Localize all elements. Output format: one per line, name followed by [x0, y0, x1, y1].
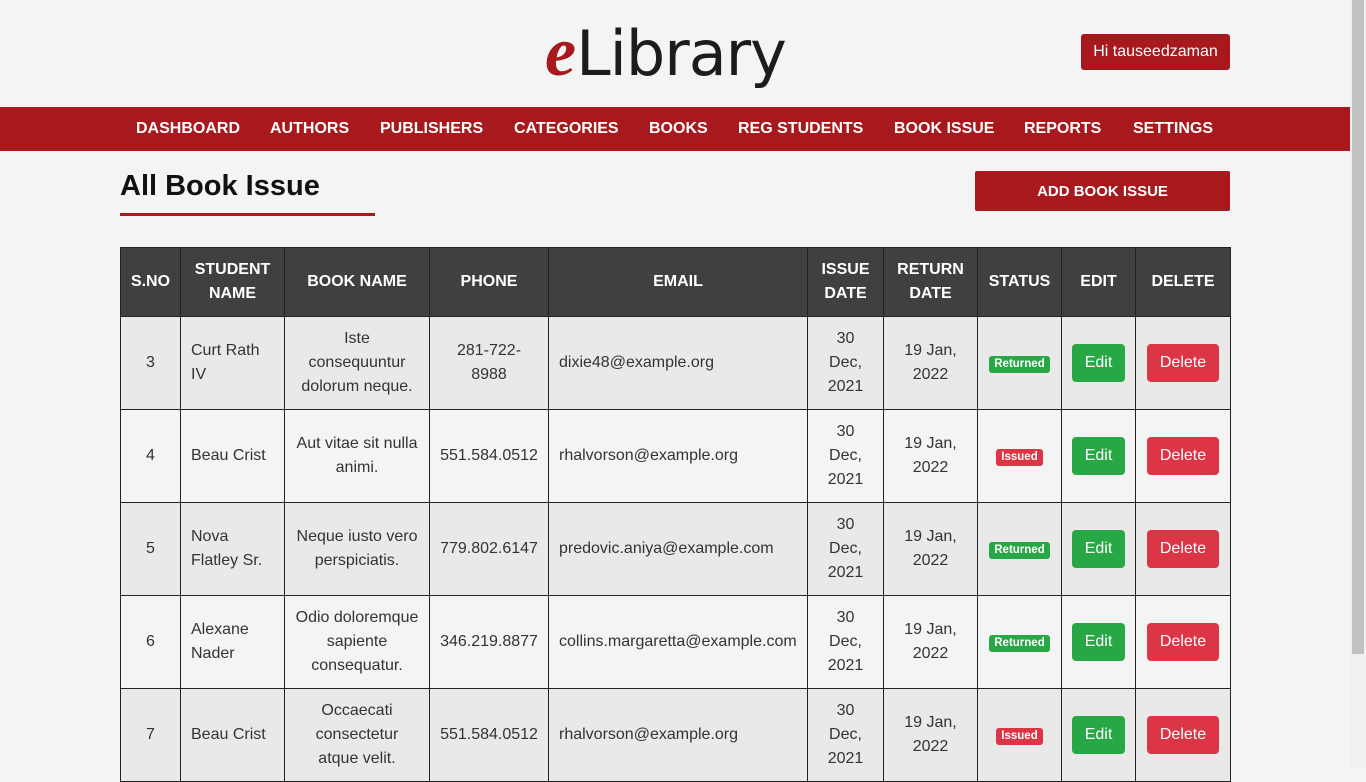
delete-button[interactable]: Delete — [1147, 530, 1219, 568]
cell-book-name: Iste consequuntur dolorum neque. — [284, 316, 430, 410]
cell-return-date: 19 Jan, 2022 — [883, 409, 978, 503]
nav-categories[interactable]: CATEGORIES — [514, 107, 619, 151]
cell-sno: 3 — [120, 316, 181, 410]
cell-delete: Delete — [1135, 409, 1231, 503]
page-title: All Book Issue — [120, 170, 320, 202]
nav-settings[interactable]: SETTINGS — [1133, 107, 1213, 151]
cell-issue-date: 30 Dec, 2021 — [807, 502, 884, 596]
cell-delete: Delete — [1135, 502, 1231, 596]
edit-button[interactable]: Edit — [1072, 344, 1125, 382]
cell-student-name: Beau Crist — [180, 409, 285, 503]
header-sno: S.NO — [120, 247, 181, 317]
header-delete: DELETE — [1135, 247, 1231, 317]
table-row: 5 Nova Flatley Sr. Neque iusto vero pers… — [120, 502, 1231, 596]
cell-email: dixie48@example.org — [548, 316, 808, 410]
cell-return-date: 19 Jan, 2022 — [883, 502, 978, 596]
table-header-row: S.NO STUDENT NAME BOOK NAME PHONE EMAIL … — [120, 247, 1231, 317]
header-book-name: BOOK NAME — [284, 247, 430, 317]
cell-edit: Edit — [1061, 502, 1136, 596]
cell-issue-date: 30 Dec, 2021 — [807, 316, 884, 410]
cell-status: Returned — [977, 316, 1062, 410]
header-return-date: RETURN DATE — [883, 247, 978, 317]
header-student-name: STUDENT NAME — [180, 247, 285, 317]
cell-student-name: Nova Flatley Sr. — [180, 502, 285, 596]
nav-authors[interactable]: AUTHORS — [270, 107, 349, 151]
header-status: STATUS — [977, 247, 1062, 317]
cell-delete: Delete — [1135, 316, 1231, 410]
nav-books[interactable]: BOOKS — [649, 107, 708, 151]
cell-sno: 4 — [120, 409, 181, 503]
elibrary-logo[interactable]: e Library — [545, 8, 787, 98]
cell-status: Returned — [977, 502, 1062, 596]
header-phone: PHONE — [429, 247, 549, 317]
delete-button[interactable]: Delete — [1147, 623, 1219, 661]
nav-dashboard[interactable]: DASHBOARD — [136, 107, 240, 151]
cell-book-name: Odio doloremque sapiente consequatur. — [284, 595, 430, 689]
status-badge: Returned — [989, 356, 1050, 373]
main-nav: DASHBOARD AUTHORS PUBLISHERS CATEGORIES … — [0, 107, 1350, 151]
edit-button[interactable]: Edit — [1072, 530, 1125, 568]
cell-student-name: Alexane Nader — [180, 595, 285, 689]
table-row: 3 Curt Rath IV Iste consequuntur dolorum… — [120, 316, 1231, 410]
delete-button[interactable]: Delete — [1147, 437, 1219, 475]
cell-email: predovic.aniya@example.com — [548, 502, 808, 596]
cell-sno: 5 — [120, 502, 181, 596]
scrollbar-thumb[interactable] — [1352, 0, 1364, 654]
cell-student-name: Curt Rath IV — [180, 316, 285, 410]
edit-button[interactable]: Edit — [1072, 623, 1125, 661]
status-badge: Returned — [989, 542, 1050, 559]
edit-button[interactable]: Edit — [1072, 437, 1125, 475]
edit-button[interactable]: Edit — [1072, 716, 1125, 754]
cell-edit: Edit — [1061, 409, 1136, 503]
delete-button[interactable]: Delete — [1147, 344, 1219, 382]
status-badge: Issued — [996, 728, 1043, 745]
cell-book-name: Aut vitae sit nulla animi. — [284, 409, 430, 503]
header-issue-date: ISSUE DATE — [807, 247, 884, 317]
cell-email: rhalvorson@example.org — [548, 409, 808, 503]
nav-reports[interactable]: REPORTS — [1024, 107, 1101, 151]
cell-edit: Edit — [1061, 316, 1136, 410]
cell-phone: 551.584.0512 — [429, 409, 549, 503]
nav-publishers[interactable]: PUBLISHERS — [380, 107, 483, 151]
cell-phone: 281-722-8988 — [429, 316, 549, 410]
cell-issue-date: 30 Dec, 2021 — [807, 409, 884, 503]
cell-phone: 779.802.6147 — [429, 502, 549, 596]
cell-book-name: Neque iusto vero perspiciatis. — [284, 502, 430, 596]
cell-email: collins.margaretta@example.com — [548, 595, 808, 689]
cell-status: Returned — [977, 595, 1062, 689]
nav-book-issue[interactable]: BOOK ISSUE — [894, 107, 994, 151]
cell-issue-date: 30 Dec, 2021 — [807, 595, 884, 689]
cell-delete: Delete — [1135, 595, 1231, 689]
header-email: EMAIL — [548, 247, 808, 317]
cell-return-date: 19 Jan, 2022 — [883, 316, 978, 410]
header-edit: EDIT — [1061, 247, 1136, 317]
logo-e: e — [545, 14, 577, 91]
nav-reg-students[interactable]: REG STUDENTS — [738, 107, 863, 151]
title-underline — [120, 213, 375, 216]
cell-return-date: 19 Jan, 2022 — [883, 595, 978, 689]
status-badge: Returned — [989, 635, 1050, 652]
table-row: 6 Alexane Nader Odio doloremque sapiente… — [120, 595, 1231, 689]
table-row: 4 Beau Crist Aut vitae sit nulla animi. … — [120, 409, 1231, 503]
add-book-issue-button[interactable]: ADD BOOK ISSUE — [975, 171, 1230, 211]
logo-text: Library — [576, 17, 787, 90]
cell-sno: 6 — [120, 595, 181, 689]
status-badge: Issued — [996, 449, 1043, 466]
delete-button[interactable]: Delete — [1147, 716, 1219, 754]
cell-phone: 346.219.8877 — [429, 595, 549, 689]
cell-status: Issued — [977, 409, 1062, 503]
user-greeting-button[interactable]: Hi tauseedzaman — [1081, 34, 1230, 70]
cell-edit: Edit — [1061, 595, 1136, 689]
book-issue-table: S.NO STUDENT NAME BOOK NAME PHONE EMAIL … — [120, 247, 1231, 782]
site-header: e Library Hi tauseedzaman — [0, 0, 1350, 107]
